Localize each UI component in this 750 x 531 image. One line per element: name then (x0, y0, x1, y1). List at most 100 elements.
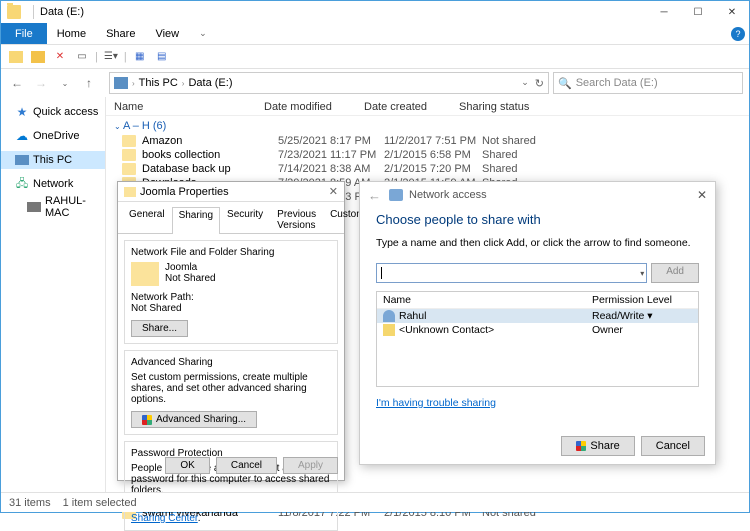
table-row[interactable]: books collection7/23/2021 11:17 PM2/1/20… (106, 148, 749, 162)
people-icon (389, 189, 403, 201)
sidebar-label: RAHUL-MAC (45, 195, 99, 219)
qat-rename-icon[interactable]: ▭ (73, 48, 91, 66)
col-name[interactable]: Name (383, 294, 592, 306)
folder-icon (122, 135, 136, 147)
titlebar: Data (E:) ─ ☐ ✕ (1, 1, 749, 23)
crumb-root[interactable]: This PC (139, 77, 178, 89)
qat-properties-icon[interactable] (7, 48, 25, 66)
tab-file[interactable]: File (1, 23, 47, 44)
share-title: Choose people to share with (376, 212, 699, 227)
tab-home[interactable]: Home (47, 23, 96, 44)
add-button[interactable]: Add (651, 263, 699, 283)
refresh-icon[interactable]: ↻ (535, 77, 544, 90)
qat-view-icon[interactable]: ☰▾ (102, 48, 120, 66)
people-list: Name Permission Level RahulRead/Write ▾ … (376, 291, 699, 387)
list-item[interactable]: <Unknown Contact>Owner (377, 323, 698, 337)
forward-button[interactable]: → (31, 73, 51, 93)
minimize-button[interactable]: ─ (647, 1, 681, 23)
advanced-desc: Set custom permissions, create multiple … (131, 372, 331, 405)
folder-name: Joomla (165, 262, 216, 273)
folder-icon (122, 163, 136, 175)
maximize-button[interactable]: ☐ (681, 1, 715, 23)
person-icon (383, 310, 395, 322)
close-button[interactable]: ✕ (715, 1, 749, 23)
network-access-dialog: ← Network access ✕ Choose people to shar… (359, 181, 716, 465)
network-path-label: Network Path: (131, 292, 331, 303)
back-icon[interactable]: ← (368, 188, 381, 203)
window-title: Data (E:) (40, 6, 84, 18)
col-modified[interactable]: Date modified (264, 101, 364, 113)
apply-button[interactable]: Apply (283, 457, 338, 474)
cloud-icon: ☁ (15, 129, 29, 143)
cancel-button[interactable]: Cancel (216, 457, 277, 474)
share-button[interactable]: Share... (131, 320, 188, 337)
tab-general[interactable]: General (122, 206, 172, 233)
close-icon[interactable]: ✕ (697, 188, 707, 202)
group-title: Network File and Folder Sharing (131, 247, 331, 258)
address-dropdown-icon[interactable]: ⌄ (521, 77, 529, 90)
permission-dropdown[interactable]: Read/Write ▾ (592, 310, 692, 322)
sidebar-item-this-pc[interactable]: This PC (1, 151, 105, 169)
back-button[interactable]: ← (7, 73, 27, 93)
properties-dialog: Joomla Properties ✕ General Sharing Secu… (117, 181, 345, 481)
advanced-sharing-group: Advanced Sharing Set custom permissions,… (124, 350, 338, 435)
trouble-link[interactable]: I'm having trouble sharing (376, 397, 496, 409)
col-created[interactable]: Date created (364, 101, 459, 113)
table-row[interactable]: Database back up7/14/2021 8:38 AM2/1/201… (106, 162, 749, 176)
tab-previous-versions[interactable]: Previous Versions (270, 206, 323, 233)
sidebar-item-quick-access[interactable]: ★Quick access (1, 103, 105, 121)
pc-icon (15, 153, 29, 167)
up-button[interactable]: ↑ (79, 73, 99, 93)
folder-icon (122, 149, 136, 161)
shield-icon (142, 415, 152, 425)
column-headers[interactable]: Name Date modified Date created Sharing … (106, 97, 749, 116)
help-icon: ? (731, 27, 745, 41)
sidebar-item-network[interactable]: 🖧 Network (1, 175, 105, 193)
advanced-sharing-button[interactable]: Advanced Sharing... (131, 411, 257, 428)
sidebar-label: OneDrive (33, 130, 79, 142)
ribbon: File Home Share View ⌄ ? (1, 23, 749, 45)
ok-button[interactable]: OK (165, 457, 209, 474)
tab-sharing[interactable]: Sharing (172, 207, 220, 234)
folder-icon (131, 262, 159, 286)
dialog-title: Joomla Properties (140, 186, 229, 198)
star-icon: ★ (15, 105, 29, 119)
col-name[interactable]: Name (114, 101, 264, 113)
computer-icon (27, 200, 41, 214)
chevron-down-icon[interactable]: ▾ (640, 269, 644, 278)
tab-share[interactable]: Share (96, 23, 145, 44)
recent-button[interactable]: ⌄ (55, 73, 75, 93)
sidebar-item-rahul-mac[interactable]: RAHUL-MAC (1, 193, 105, 221)
network-icon: 🖧 (15, 177, 29, 191)
help-button[interactable]: ? (727, 23, 749, 44)
search-placeholder: Search Data (E:) (576, 77, 658, 89)
sidebar-label: Network (33, 178, 73, 190)
sidebar-item-onedrive[interactable]: ☁ OneDrive (1, 127, 105, 145)
cancel-button[interactable]: Cancel (641, 436, 705, 456)
people-combo[interactable]: ▾ (376, 263, 647, 283)
qat-delete-icon[interactable]: ✕ (51, 48, 69, 66)
breadcrumb[interactable]: › This PC › Data (E:) ⌄ ↻ (109, 72, 549, 94)
group-header[interactable]: ⌄ A – H (6) (106, 116, 749, 134)
qat-new-folder-icon[interactable] (29, 48, 47, 66)
qat-preview-icon[interactable]: ▤ (153, 48, 171, 66)
tab-view[interactable]: View (145, 23, 189, 44)
table-row[interactable]: Amazon5/25/2021 8:17 PM11/2/2017 7:51 PM… (106, 134, 749, 148)
share-status: Not Shared (165, 273, 216, 284)
col-sharing[interactable]: Sharing status (459, 101, 741, 113)
address-bar: ← → ⌄ ↑ › This PC › Data (E:) ⌄ ↻ 🔍 Sear… (1, 69, 749, 97)
search-icon: 🔍 (558, 77, 572, 90)
status-bar: 31 items 1 item selected (1, 492, 749, 512)
sidebar-label: This PC (33, 154, 72, 166)
col-permission[interactable]: Permission Level (592, 294, 692, 306)
status-total: 31 items (9, 497, 51, 509)
tab-security[interactable]: Security (220, 206, 270, 233)
crumb-current[interactable]: Data (E:) (188, 77, 232, 89)
qat-details-icon[interactable]: ▦ (131, 48, 149, 66)
share-button[interactable]: Share (561, 436, 634, 456)
search-input[interactable]: 🔍 Search Data (E:) (553, 72, 743, 94)
dialog-titlebar[interactable]: Joomla Properties ✕ (118, 182, 344, 202)
ribbon-expand[interactable]: ⌄ (189, 23, 217, 44)
close-icon[interactable]: ✕ (329, 185, 338, 198)
list-item[interactable]: RahulRead/Write ▾ (377, 309, 698, 323)
